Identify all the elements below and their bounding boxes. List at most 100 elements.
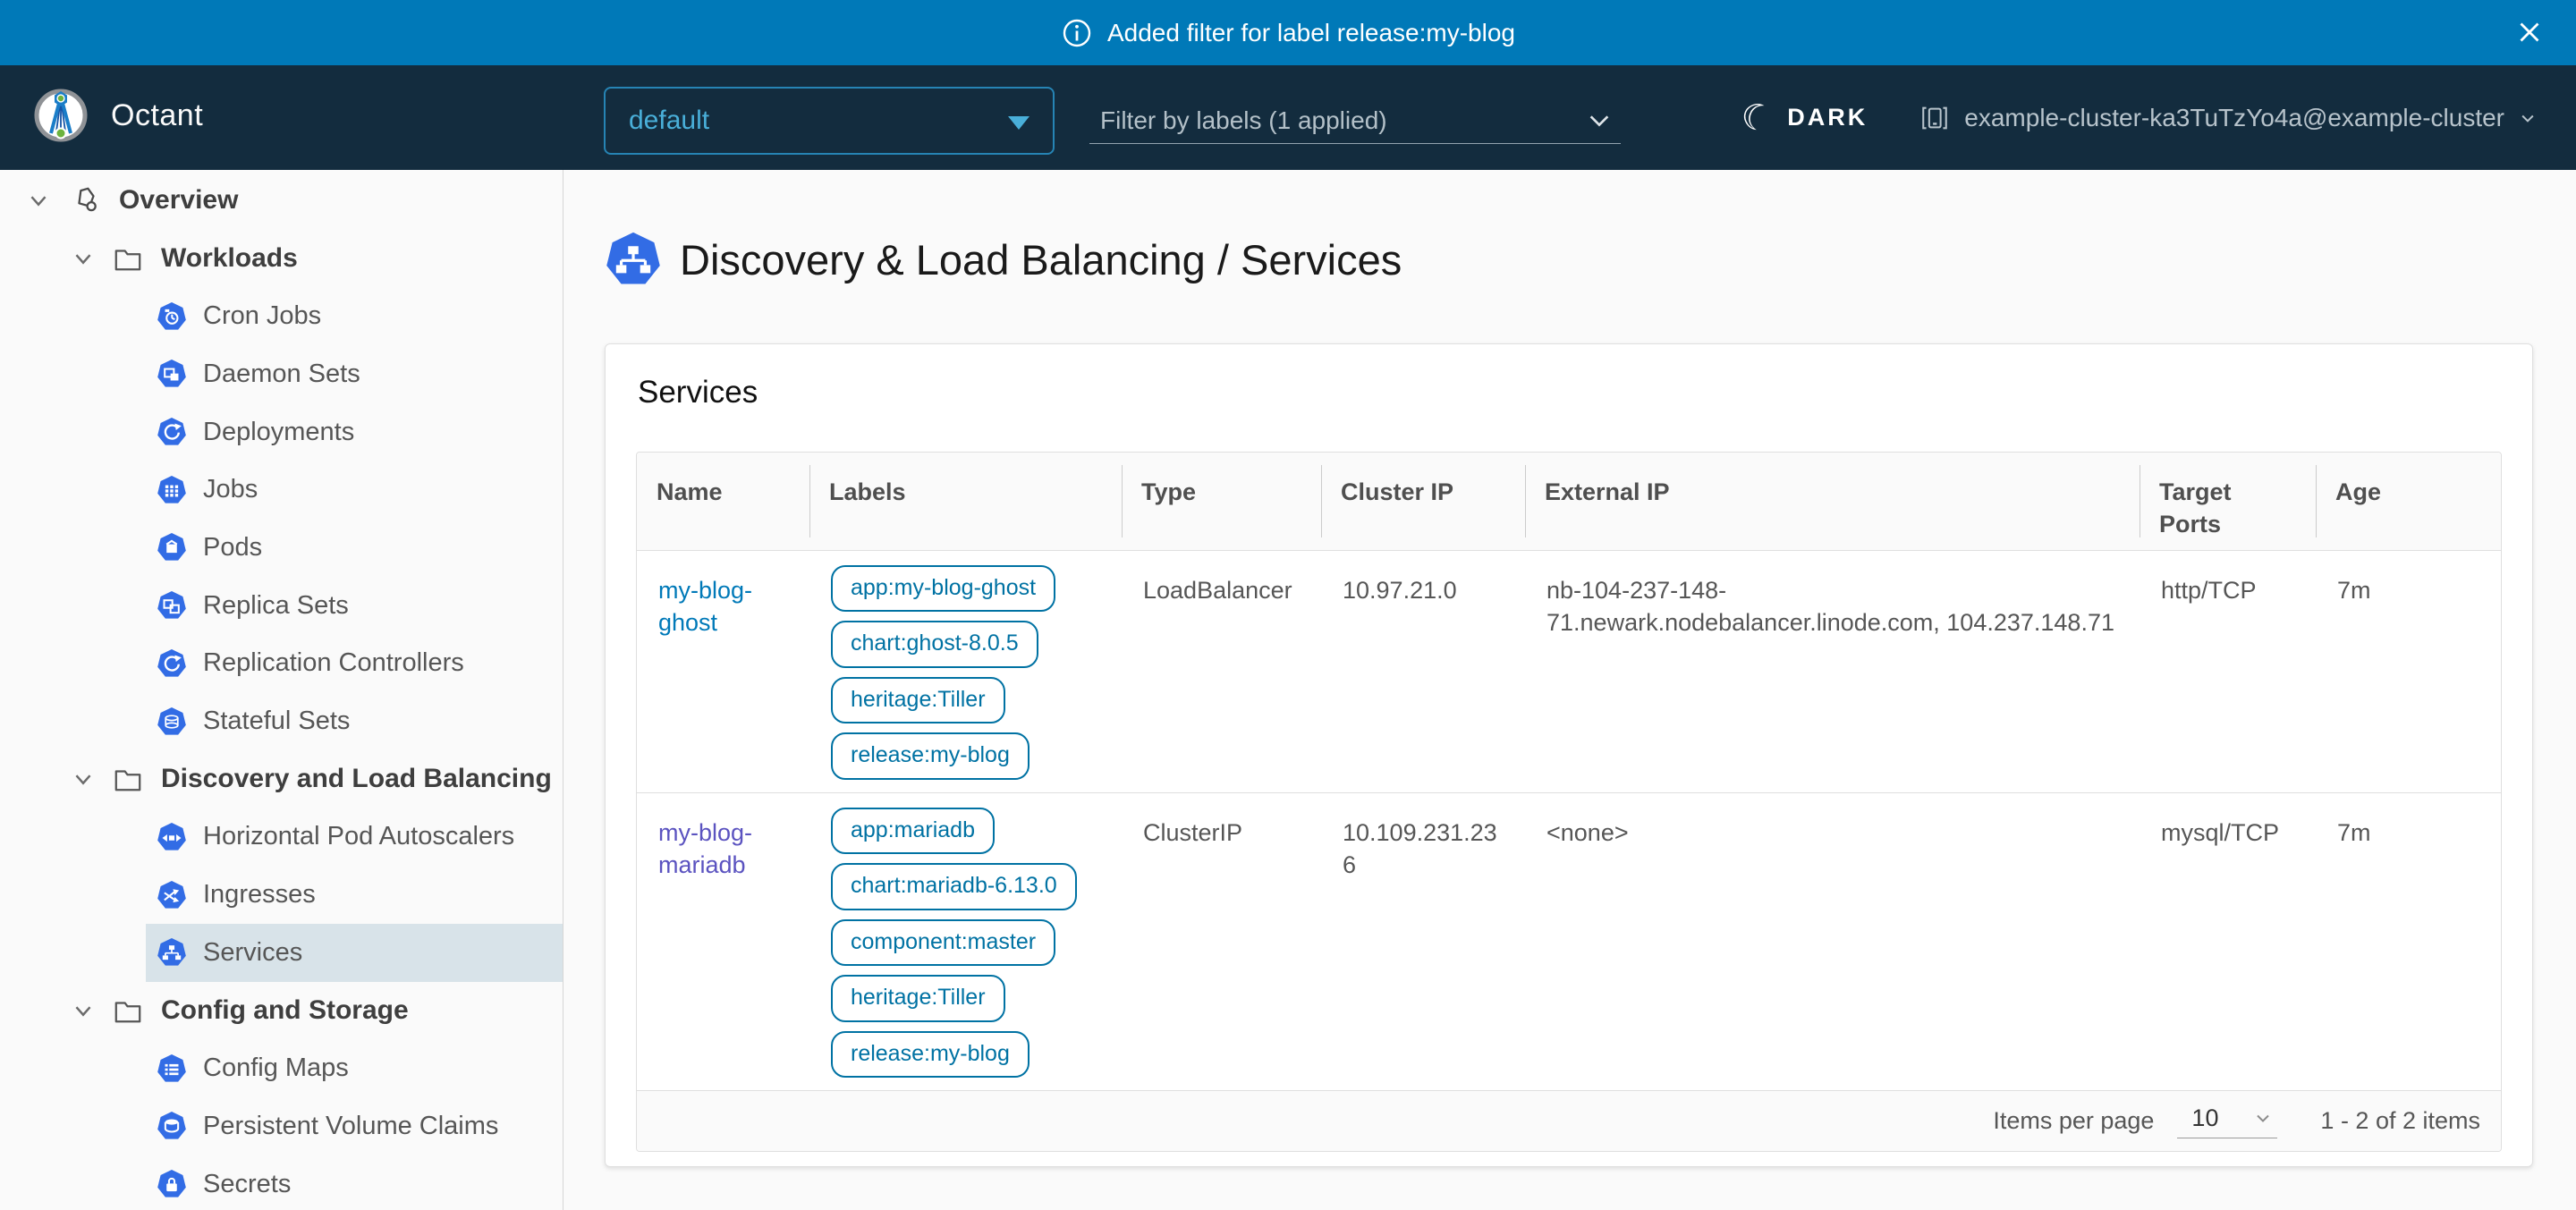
sidebar-item-secrets[interactable]: Secrets (146, 1155, 564, 1210)
service-name-link[interactable]: my-blog-ghost (658, 577, 752, 636)
column-header-age: Age (2316, 453, 2501, 550)
cluster-ip-cell: 10.109.231.236 (1321, 792, 1525, 1090)
sidebar-item-label: Replication Controllers (203, 648, 464, 678)
external-ip-cell: nb-104-237-148-71.newark.nodebalancer.li… (1525, 550, 2140, 792)
hpa-icon (157, 822, 187, 852)
sidebar-item-config-and-storage[interactable]: Config and Storage (0, 982, 563, 1040)
label-filter-dropdown[interactable]: Filter by labels (1 applied) (1089, 97, 1621, 144)
replicaset-icon (157, 590, 187, 621)
sidebar-item-label: Stateful Sets (203, 707, 350, 736)
cronjob-icon (157, 301, 187, 332)
label-pill[interactable]: release:my-blog (831, 1031, 1030, 1079)
sidebar-item-replica-sets[interactable]: Replica Sets (146, 577, 564, 635)
column-header-type: Type (1122, 453, 1321, 550)
alert-message: Added filter for label release:my-blog (1107, 19, 1515, 47)
overview-icon (71, 185, 101, 216)
sidebar: Overview Workloads Cron Jobs Daemon Sets Dep… (0, 170, 564, 1210)
sidebar-item-stateful-sets[interactable]: Stateful Sets (146, 692, 564, 750)
caret-down-icon (1008, 116, 1030, 130)
main-content: Discovery & Load Balancing / Services Se… (564, 170, 2576, 1210)
label-pill[interactable]: heritage:Tiller (831, 677, 1005, 724)
sidebar-item-discovery-and-load-balancing[interactable]: Discovery and Load Balancing (0, 750, 563, 808)
items-per-page-label: Items per page (1993, 1107, 2154, 1135)
services-table: NameLabelsTypeCluster IPExternal IPTarge… (637, 453, 2501, 1090)
secret-icon (157, 1169, 187, 1199)
sidebar-item-label: Config Maps (203, 1053, 349, 1083)
sidebar-item-label: Pods (203, 533, 262, 563)
label-pill[interactable]: heritage:Tiller (831, 975, 1005, 1022)
sidebar-item-daemon-sets[interactable]: Daemon Sets (146, 345, 564, 403)
pagination-range: 1 - 2 of 2 items (2320, 1107, 2480, 1135)
chevron-down-icon (2252, 1107, 2274, 1129)
folder-icon (113, 243, 143, 274)
label-pill[interactable]: component:master (831, 919, 1055, 967)
target-ports-cell: http/TCP (2140, 550, 2316, 792)
sidebar-item-label: Cron Jobs (203, 301, 321, 331)
sidebar-item-label: Jobs (203, 475, 258, 504)
sidebar-item-config-maps[interactable]: Config Maps (146, 1039, 564, 1097)
table-row-my-blog-ghost: my-blog-ghost app:my-blog-ghost chart:ghos… (637, 550, 2501, 792)
table-body: my-blog-ghost app:my-blog-ghost chart:ghos… (637, 550, 2501, 1090)
items-per-page-value: 10 (2191, 1104, 2218, 1132)
card-title: Services (638, 375, 2500, 410)
sidebar-item-workloads[interactable]: Workloads (0, 230, 563, 288)
sidebar-item-label: Overview (119, 185, 238, 216)
sidebar-item-label: Services (203, 938, 302, 968)
sidebar-item-replication-controllers[interactable]: Replication Controllers (146, 635, 564, 693)
age-cell: 7m (2316, 792, 2501, 1090)
sidebar-item-label: Replica Sets (203, 591, 349, 621)
sidebar-item-services[interactable]: Services (146, 924, 564, 982)
sidebar-item-jobs[interactable]: Jobs (146, 461, 564, 519)
page-title-row: Discovery & Load Balancing / Services (605, 231, 2576, 288)
theme-toggle-dark[interactable]: ☾ DARK (1741, 100, 1868, 136)
namespace-select[interactable]: default (604, 87, 1055, 155)
sidebar-item-deployments[interactable]: Deployments (146, 403, 564, 461)
sidebar-item-ingresses[interactable]: Ingresses (146, 866, 564, 924)
label-pill[interactable]: app:mariadb (831, 808, 995, 855)
datagrid-footer: Items per page 10 1 - 2 of 2 items (637, 1090, 2501, 1151)
statefulset-icon (157, 707, 187, 737)
sidebar-item-horizontal-pod-autoscalers[interactable]: Horizontal Pod Autoscalers (146, 808, 564, 867)
service-type-cell: LoadBalancer (1122, 550, 1321, 792)
octant-app: Added filter for label release:my-blog (0, 0, 2576, 1210)
cluster-dropdown[interactable]: example-cluster-ka3TuTzYo4a@example-clus… (1919, 103, 2537, 133)
brand: Octant (32, 87, 203, 144)
chevron-down-icon (23, 185, 54, 216)
items-per-page-select[interactable]: 10 (2177, 1104, 2277, 1138)
label-pill[interactable]: app:my-blog-ghost (831, 565, 1055, 613)
sidebar-item-pods[interactable]: Pods (146, 519, 564, 577)
sidebar-item-cron-jobs[interactable]: Cron Jobs (146, 287, 564, 345)
cluster-label: example-cluster-ka3TuTzYo4a@example-clus… (1964, 104, 2504, 132)
table-row-my-blog-mariadb: my-blog-mariadb app:mariadb chart:mariadb-… (637, 792, 2501, 1090)
chevron-down-icon (68, 764, 98, 794)
cluster-ip-cell: 10.97.21.0 (1321, 550, 1525, 792)
column-header-name: Name (637, 453, 809, 550)
external-ip-cell: <none> (1525, 792, 2140, 1090)
sidebar-item-label: Persistent Volume Claims (203, 1112, 498, 1141)
sidebar-item-persistent-volume-claims[interactable]: Persistent Volume Claims (146, 1097, 564, 1155)
age-cell: 7m (2316, 550, 2501, 792)
pvc-icon (157, 1111, 187, 1141)
info-icon (1061, 17, 1093, 49)
pod-icon (157, 532, 187, 563)
sidebar-item-label: Deployments (203, 418, 354, 447)
column-header-target-ports: Target Ports (2140, 453, 2316, 550)
cluster-icon (1919, 103, 1950, 133)
sidebar-item-label: Ingresses (203, 880, 316, 910)
configmap-icon (157, 1053, 187, 1084)
sidebar-item-label: Discovery and Load Balancing (161, 764, 552, 794)
label-pill[interactable]: chart:mariadb-6.13.0 (831, 863, 1077, 910)
services-card: Services NameLabelsTypeCluster IPExterna… (605, 343, 2533, 1167)
service-name-link[interactable]: my-blog-mariadb (658, 819, 752, 878)
service-icon (157, 937, 187, 968)
close-icon[interactable] (2512, 15, 2547, 51)
label-pill[interactable]: release:my-blog (831, 732, 1030, 780)
services-datagrid: NameLabelsTypeCluster IPExternal IPTarge… (636, 452, 2502, 1152)
sidebar-item-overview[interactable]: Overview (0, 172, 563, 230)
theme-toggle-label: DARK (1787, 104, 1868, 131)
sidebar-item-label: Workloads (161, 243, 298, 274)
chevron-down-icon (68, 243, 98, 274)
label-pill[interactable]: chart:ghost-8.0.5 (831, 621, 1038, 668)
ingress-icon (157, 880, 187, 910)
namespace-value: default (606, 106, 709, 136)
